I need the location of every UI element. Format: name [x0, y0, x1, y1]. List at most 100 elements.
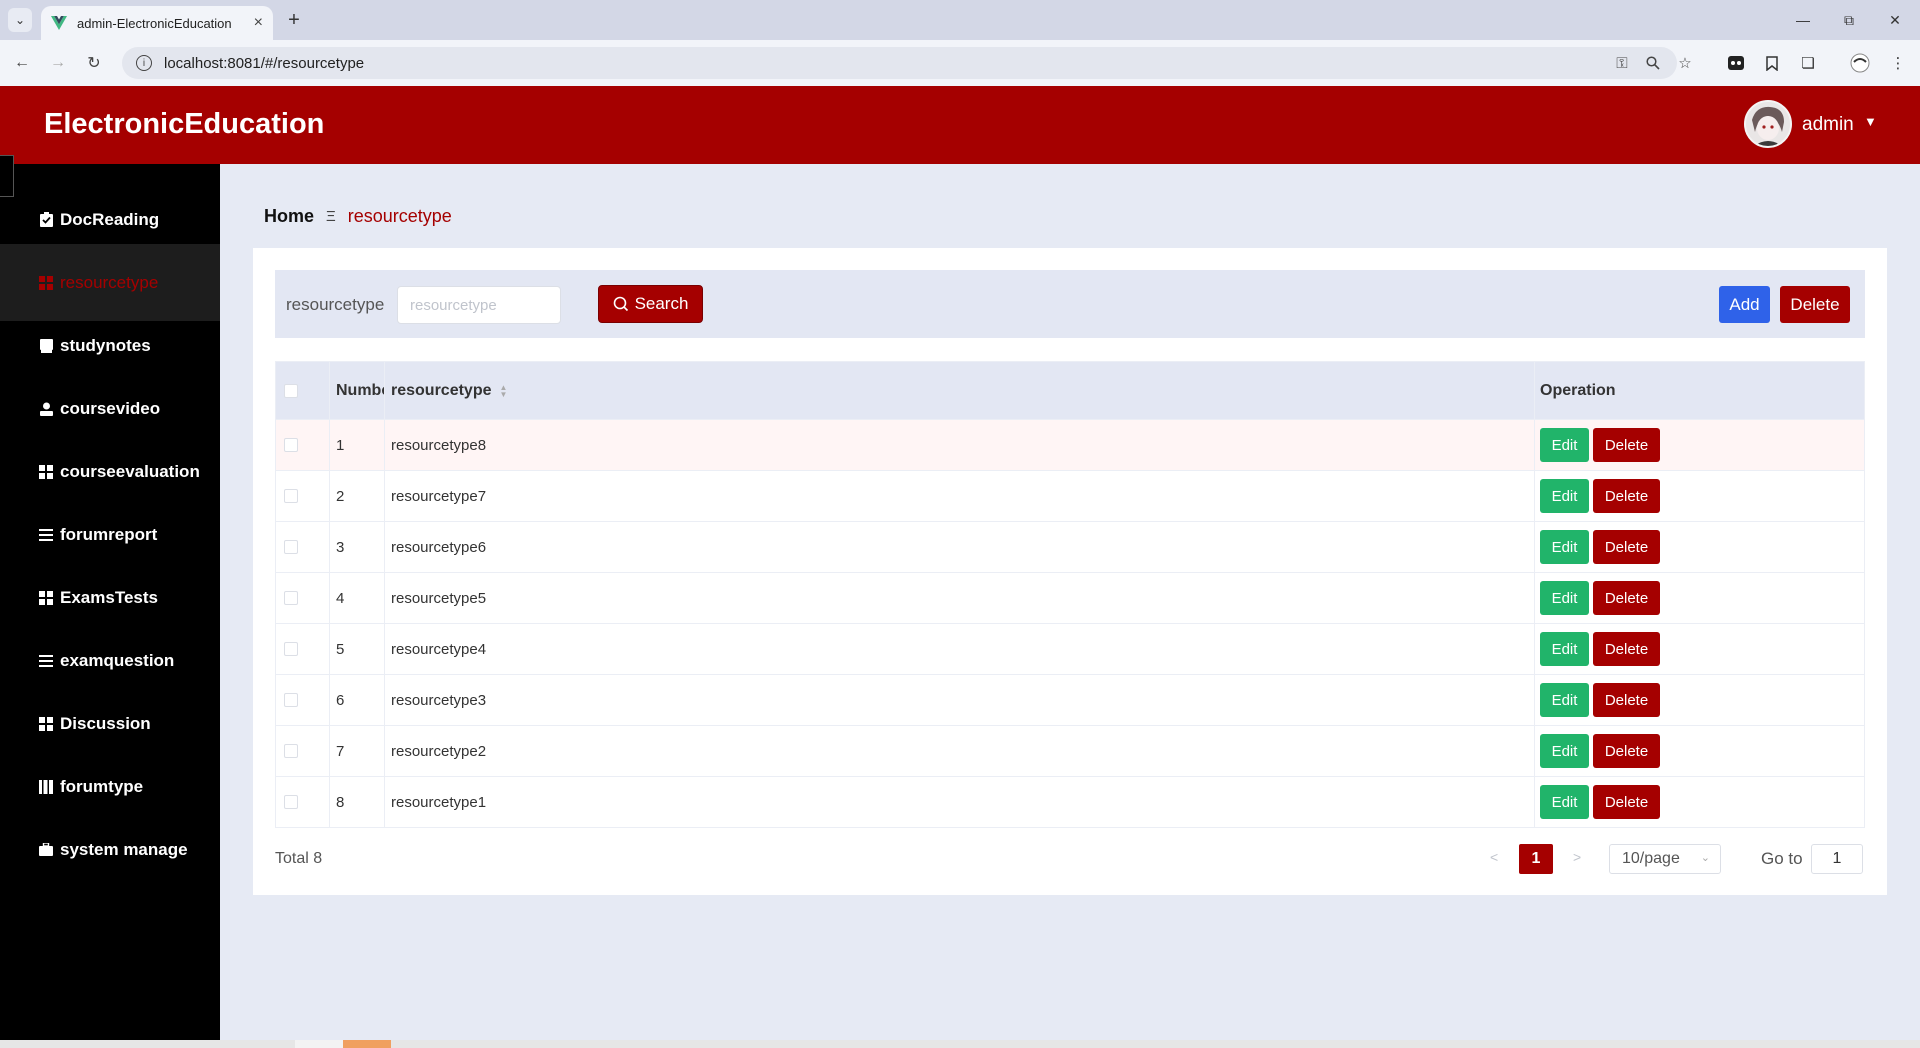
- delete-button[interactable]: Delete: [1593, 785, 1660, 819]
- row-checkbox[interactable]: [284, 591, 298, 605]
- sidebar-item-label: forumtype: [60, 776, 144, 796]
- current-page-button[interactable]: 1: [1519, 844, 1553, 874]
- user-avatar[interactable]: [1744, 100, 1792, 148]
- column-header-resourcetype[interactable]: resourcetype ▲ ▼: [385, 362, 1535, 419]
- minimize-icon[interactable]: —: [1780, 6, 1826, 34]
- search-bar: resourcetype Search Add Delete: [275, 270, 1865, 338]
- select-all-checkbox[interactable]: [284, 383, 298, 398]
- row-operations: Edit Delete: [1535, 471, 1864, 521]
- delete-button[interactable]: Delete: [1593, 428, 1660, 462]
- row-resourcetype: resourcetype7: [385, 471, 1535, 521]
- delete-button[interactable]: Delete: [1593, 479, 1660, 513]
- page-size-value: 10/page: [1622, 850, 1680, 867]
- user-dropdown-caret-icon[interactable]: ▼: [1864, 114, 1877, 129]
- sidebar: DocReading resourcetype studynotes cours…: [0, 164, 220, 1044]
- browser-menu-icon[interactable]: ⋮: [1886, 51, 1910, 75]
- edit-button[interactable]: Edit: [1540, 479, 1589, 513]
- edit-button[interactable]: Edit: [1540, 632, 1589, 666]
- password-key-icon[interactable]: ⚿: [1612, 51, 1632, 75]
- goto-page-input[interactable]: 1: [1811, 844, 1863, 874]
- row-select-cell: [276, 573, 330, 623]
- row-select-cell: [276, 777, 330, 827]
- search-button[interactable]: Search: [598, 285, 703, 323]
- delete-button[interactable]: Delete: [1593, 581, 1660, 615]
- row-operations: Edit Delete: [1535, 522, 1864, 572]
- row-operations: Edit Delete: [1535, 420, 1864, 470]
- delete-button[interactable]: Delete: [1593, 632, 1660, 666]
- vue-favicon-icon: [51, 15, 67, 31]
- row-resourcetype: resourcetype8: [385, 420, 1535, 470]
- list-icon: [38, 653, 54, 669]
- row-resourcetype: resourcetype3: [385, 675, 1535, 725]
- close-window-icon[interactable]: ✕: [1872, 6, 1918, 34]
- sidebar-item-label: coursevideo: [60, 398, 161, 418]
- taskbar-item[interactable]: [295, 1040, 343, 1048]
- site-info-icon[interactable]: i: [136, 55, 152, 71]
- edit-button[interactable]: Edit: [1540, 530, 1589, 564]
- table-row: 8 resourcetype1 Edit Delete: [276, 776, 1864, 827]
- reload-icon[interactable]: ↻: [82, 51, 106, 75]
- sidebar-item-label: DocReading: [60, 209, 160, 229]
- row-operations: Edit Delete: [1535, 624, 1864, 674]
- row-checkbox[interactable]: [284, 489, 298, 503]
- clipboard-check-icon: [38, 212, 54, 228]
- row-checkbox[interactable]: [284, 744, 298, 758]
- bookmarks-icon[interactable]: [1760, 51, 1784, 75]
- table-row: 1 resourcetype8 Edit Delete: [276, 419, 1864, 470]
- extensions-puzzle-icon[interactable]: ❏: [1796, 51, 1820, 75]
- row-select-cell: [276, 522, 330, 572]
- delete-button[interactable]: Delete: [1593, 683, 1660, 717]
- resourcetype-search-input[interactable]: [397, 286, 561, 324]
- bookmark-star-icon[interactable]: ☆: [1675, 51, 1695, 75]
- add-button[interactable]: Add: [1719, 286, 1770, 323]
- tab-search-chevron-icon[interactable]: ⌄: [8, 8, 32, 32]
- edit-button[interactable]: Edit: [1540, 683, 1589, 717]
- row-checkbox[interactable]: [284, 438, 298, 452]
- forward-arrow-icon[interactable]: →: [46, 51, 70, 75]
- profile-avatar-icon[interactable]: [1848, 51, 1872, 75]
- row-checkbox[interactable]: [284, 540, 298, 554]
- edit-button[interactable]: Edit: [1540, 785, 1589, 819]
- sidebar-item-label: Discussion: [60, 713, 151, 733]
- sidebar-item-system-manage[interactable]: system manage: [0, 811, 220, 888]
- grid-icon: [38, 464, 54, 480]
- bulk-delete-button[interactable]: Delete: [1780, 286, 1850, 323]
- delete-button[interactable]: Delete: [1593, 734, 1660, 768]
- search-icon: [613, 296, 628, 312]
- taskbar-strip: [0, 1040, 1920, 1048]
- app-header: ElectronicEducation admin ▼: [0, 86, 1920, 164]
- goto-label: Go to: [1761, 849, 1803, 868]
- back-arrow-icon[interactable]: ←: [10, 51, 34, 75]
- sort-caret-icon[interactable]: ▲ ▼: [500, 383, 508, 398]
- row-checkbox[interactable]: [284, 795, 298, 809]
- page-size-select[interactable]: 10/page ⌄: [1609, 844, 1721, 874]
- breadcrumb-home[interactable]: Home: [264, 206, 314, 227]
- grid-icon: [38, 590, 54, 606]
- zoom-icon[interactable]: [1643, 51, 1663, 75]
- tab-close-icon[interactable]: ×: [254, 14, 263, 32]
- extension-app-icon[interactable]: [1724, 51, 1748, 75]
- grid-icon: [38, 716, 54, 732]
- prev-page-icon[interactable]: <: [1490, 849, 1498, 865]
- delete-button[interactable]: Delete: [1593, 530, 1660, 564]
- browser-tab[interactable]: admin-ElectronicEducation ×: [41, 6, 273, 40]
- restore-icon[interactable]: ⧉: [1826, 6, 1872, 34]
- sidebar-collapse-handle[interactable]: [0, 155, 14, 197]
- row-select-cell: [276, 471, 330, 521]
- row-checkbox[interactable]: [284, 642, 298, 656]
- address-bar[interactable]: i localhost:8081/#/resourcetype: [122, 47, 1677, 79]
- resourcetype-table: Number resourcetype ▲▼ Operation 1 resou…: [275, 361, 1865, 828]
- taskbar-item-active[interactable]: [343, 1040, 391, 1048]
- sidebar-item-label: system manage: [60, 839, 188, 859]
- edit-button[interactable]: Edit: [1540, 581, 1589, 615]
- edit-button[interactable]: Edit: [1540, 428, 1589, 462]
- next-page-icon[interactable]: >: [1573, 849, 1581, 865]
- new-tab-plus-icon[interactable]: +: [282, 8, 306, 32]
- browser-toolbar: ← → ↻ i localhost:8081/#/resourcetype ⚿ …: [0, 40, 1920, 86]
- user-name[interactable]: admin: [1802, 114, 1854, 136]
- row-checkbox[interactable]: [284, 693, 298, 707]
- search-button-label: Search: [634, 294, 689, 313]
- app-title: ElectronicEducation: [44, 108, 325, 140]
- edit-button[interactable]: Edit: [1540, 734, 1589, 768]
- columns-icon: [38, 779, 54, 795]
